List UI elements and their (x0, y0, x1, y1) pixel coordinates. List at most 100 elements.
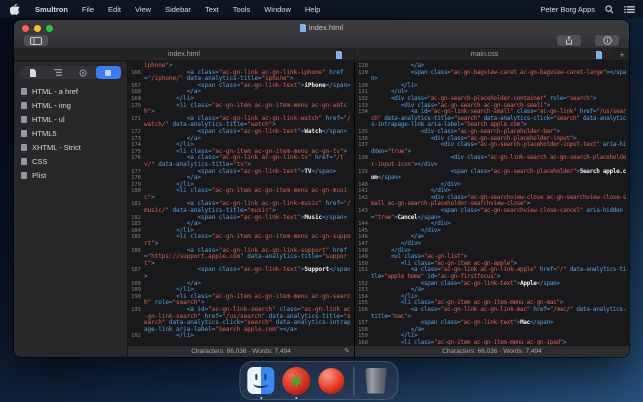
menu-sidebar[interactable]: Sidebar (158, 5, 198, 14)
line-number: 134 (358, 109, 368, 116)
line-number: 186 (131, 247, 141, 254)
code-text: </li> (176, 332, 194, 340)
code-text: <a class="ac-gn-link ac-gn-link-support"… (144, 246, 348, 267)
sidebar-icon (30, 36, 42, 45)
dock-smultron-icon[interactable] (281, 364, 311, 399)
tab-document-icon[interactable] (596, 51, 602, 59)
line-number: 137 (358, 142, 368, 149)
tab-index-html[interactable]: index.html (14, 49, 355, 60)
menu-items: File Edit View Sidebar Text Tools Window Help (75, 5, 327, 14)
info-button[interactable] (595, 35, 619, 46)
dock-separator (352, 365, 354, 396)
sidebar-item-label: CSS (32, 156, 48, 166)
line-number: 168 (131, 89, 141, 96)
line-number: 183 (131, 221, 141, 228)
tab-label: main.css (470, 51, 499, 58)
line-number: 184 (131, 227, 141, 234)
sidebar-item[interactable]: HTML5 (14, 126, 127, 140)
sidebar-item[interactable]: HTML - a href (14, 84, 127, 98)
line-number: 148 (358, 247, 368, 254)
tab-bar: index.html main.css + (14, 49, 629, 61)
line-number: 182 (131, 214, 141, 221)
share-icon (566, 36, 572, 45)
document-icon (29, 68, 36, 77)
sidebar-toggle-button[interactable] (24, 35, 48, 46)
edited-indicator-icon: ✎ (344, 347, 350, 355)
sidebar-item-label: HTML - ul (32, 114, 65, 124)
dock-red-sphere-icon[interactable] (316, 364, 346, 398)
share-button[interactable] (557, 35, 581, 46)
document-icon (299, 23, 306, 32)
tab-document-icon[interactable] (336, 51, 342, 59)
line-number: 190 (131, 293, 141, 300)
sidebar-item[interactable]: HTML - img (14, 98, 127, 112)
line-number: 136 (358, 135, 368, 142)
line-number: 155 (358, 300, 368, 307)
sidebar-item[interactable]: Plist (14, 168, 127, 182)
menu-edit[interactable]: Edit (101, 5, 128, 14)
sidebar-item-label: HTML5 (32, 128, 57, 138)
apple-menu-icon[interactable] (8, 3, 22, 15)
sidebar-item-label: HTML - a href (32, 86, 78, 96)
line-number: 149 (358, 254, 368, 261)
document-icon (21, 157, 27, 165)
status-bar-right: Characters: 66,036 · Words: 7,494 (355, 345, 629, 357)
notification-center-icon[interactable] (624, 5, 635, 14)
line-number: 151 (358, 267, 368, 274)
line-number (128, 63, 144, 70)
segment-documents[interactable] (20, 66, 45, 79)
line-number: 187 (131, 267, 141, 274)
search-icon[interactable] (605, 4, 614, 14)
line-number: 130 (358, 82, 368, 89)
code-text: <a id="ac-gn-link-search" class="ac-gn-l… (144, 305, 351, 333)
code-line: 192 </li> (128, 333, 354, 340)
line-number: 173 (131, 135, 141, 142)
toolbar (14, 33, 629, 49)
smultron-window: index.html index.html main.css + HTML - … (14, 20, 629, 357)
editor-pane-left[interactable]: iphone"> 166 <a class="ac-gn-link ac-gn-l… (128, 62, 355, 357)
line-number: 158 (358, 326, 368, 333)
menu-help[interactable]: Help (298, 5, 327, 14)
code-line: 134 <a id="ac-gn-link-search-small" clas… (355, 108, 629, 129)
line-number: 171 (131, 115, 141, 122)
menu-view[interactable]: View (128, 5, 158, 14)
line-number: 154 (358, 293, 368, 300)
code-area-index-html[interactable]: iphone"> 166 <a class="ac-gn-link ac-gn-l… (128, 62, 354, 345)
line-number: 141 (358, 188, 368, 195)
line-number: 159 (358, 333, 368, 340)
status-bar-left: Characters: 66,036 · Words: 7,494 ✎ (128, 345, 354, 357)
new-tab-button[interactable]: + (615, 49, 629, 60)
sidebar-item[interactable]: HTML - ul (14, 112, 127, 126)
sidebar-item-label: Plist (32, 170, 47, 180)
zoom-button[interactable] (46, 24, 53, 32)
menu-window[interactable]: Window (257, 5, 298, 14)
sidebar-item[interactable]: CSS (14, 154, 127, 168)
dock (238, 361, 398, 400)
document-icon (21, 87, 27, 95)
minimize-button[interactable] (34, 24, 41, 32)
close-button[interactable] (22, 24, 29, 32)
document-list: HTML - a href HTML - img HTML - ul HTML5 XHT… (14, 84, 127, 182)
tab-main-css[interactable]: main.css (355, 49, 615, 60)
segment-snippets[interactable] (45, 66, 70, 79)
line-number: 150 (358, 260, 368, 267)
code-area-main-css[interactable]: 128 </a> 129 <span class="ac-gn-bagview-c… (355, 62, 629, 345)
line-number: 128 (358, 63, 368, 69)
document-icon (21, 143, 27, 151)
menu-smultron[interactable]: Smultron (28, 5, 75, 14)
editor-pane-right[interactable]: 128 </a> 129 <span class="ac-gn-bagview-c… (355, 62, 629, 357)
dock-trash-icon[interactable] (361, 364, 391, 398)
menu-file[interactable]: File (75, 5, 101, 14)
line-number: 166 (131, 69, 141, 76)
sidebar-item[interactable]: XHTML - Strict (14, 140, 127, 154)
line-number: 176 (131, 155, 141, 162)
menu-text[interactable]: Text (198, 5, 226, 14)
segment-advanced-find[interactable] (95, 66, 121, 79)
menu-tools[interactable]: Tools (226, 5, 258, 14)
tab-label: index.html (168, 51, 200, 58)
title-bar[interactable]: index.html (14, 20, 629, 33)
dock-finder-icon[interactable] (246, 364, 276, 399)
status-text: Characters: 66,036 · Words: 7,494 (191, 348, 291, 355)
line-number: 131 (358, 89, 368, 96)
segment-commands[interactable] (71, 66, 96, 79)
